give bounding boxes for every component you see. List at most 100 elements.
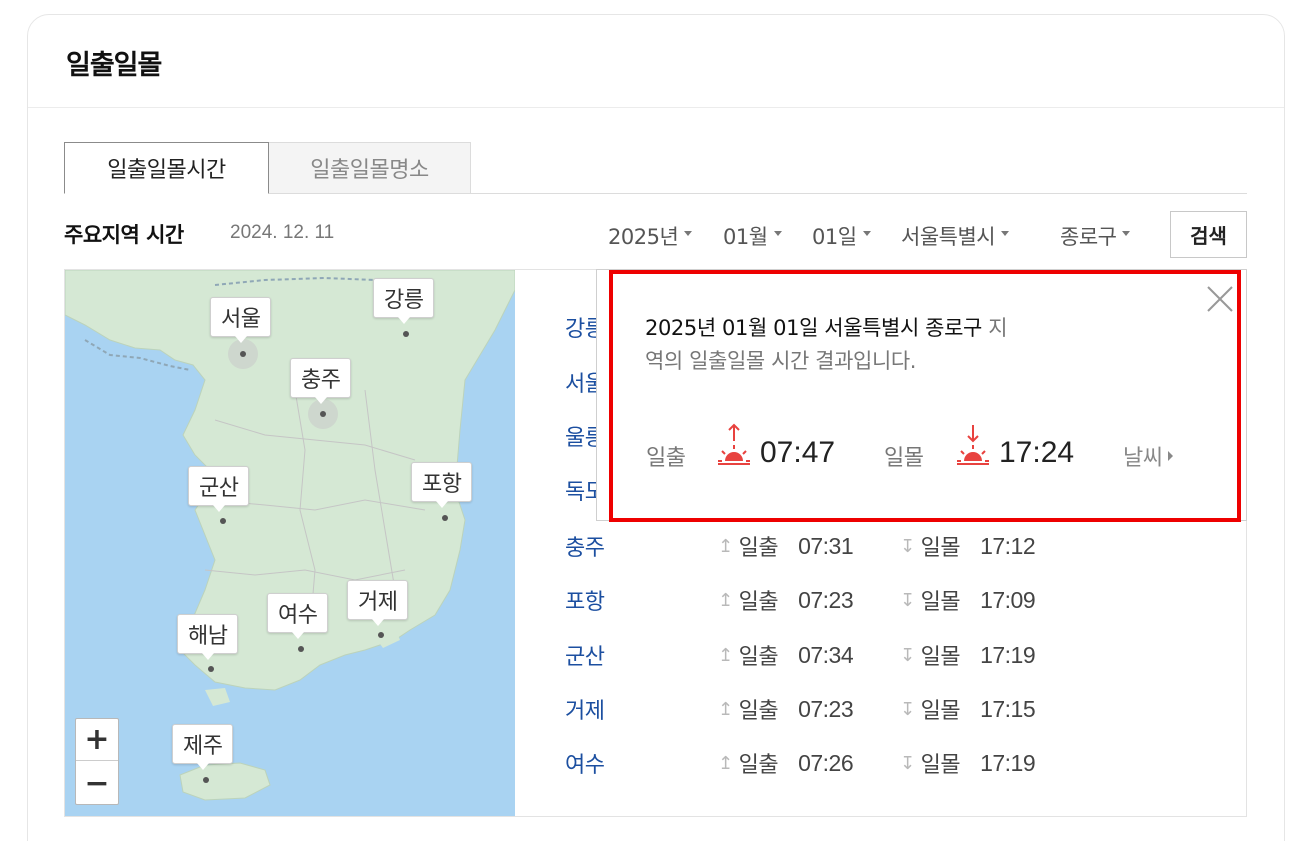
map-marker-dot <box>208 666 214 672</box>
sunrise-label: 일출 <box>738 590 779 615</box>
city-link-yeosu[interactable]: 여수 <box>565 747 605 779</box>
map-label-pohang[interactable]: 포항 <box>411 462 473 508</box>
sunrise-label: 일출 <box>738 536 779 561</box>
map-label-seoul[interactable]: 서울 <box>210 297 272 343</box>
divider <box>28 107 1284 108</box>
sunrise-sun-icon <box>718 423 750 465</box>
chevron-down-icon <box>1001 230 1010 236</box>
sunrise-cell: ↥ 일출 07:23 <box>718 584 854 616</box>
sunset-arrow-icon: ↧ <box>900 752 915 774</box>
day-value: 01일 <box>812 225 857 249</box>
sunrise-label: 일출 <box>738 753 779 778</box>
district-dropdown[interactable]: 종로구 <box>1060 221 1131 251</box>
sunset-label: 일몰 <box>920 536 961 561</box>
popup-message-weak-1: 지 <box>981 316 1008 340</box>
sunset-time: 17:09 <box>980 586 1036 613</box>
sunrise-time: 07:26 <box>798 749 854 776</box>
sunrise-arrow-icon: ↥ <box>718 535 733 557</box>
sunset-label: 일몰 <box>920 699 961 724</box>
tab-bar: 일출일몰시간 일출일몰명소 <box>64 142 1247 194</box>
weather-link[interactable]: 날씨 <box>1123 440 1174 472</box>
sunrise-arrow-icon: ↥ <box>718 644 733 666</box>
zoom-in-button[interactable]: + <box>76 719 118 761</box>
sunrise-arrow-icon: ↥ <box>718 589 733 611</box>
sunset-cell: ↧ 일몰 17:15 <box>900 693 1036 725</box>
card-title: 일출일몰 <box>66 50 162 81</box>
sunset-time: 17:19 <box>980 749 1036 776</box>
zoom-out-button[interactable]: − <box>76 762 118 804</box>
sunrise-cell: ↥ 일출 07:31 <box>718 530 854 562</box>
map-label-jeju[interactable]: 제주 <box>172 724 234 770</box>
city-link-gunsan[interactable]: 군산 <box>565 639 605 671</box>
sunrise-arrow-icon: ↥ <box>718 698 733 720</box>
month-value: 01월 <box>723 225 768 249</box>
map-label-geoje[interactable]: 거제 <box>347 580 409 626</box>
popup-highlight-frame <box>609 270 1241 522</box>
sunset-sun-icon <box>957 425 989 465</box>
sunset-arrow-icon: ↧ <box>900 698 915 720</box>
popup-message-strong: 2025년 01월 01일 서울특별시 종로구 <box>645 316 982 340</box>
day-dropdown[interactable]: 01일 <box>812 221 871 251</box>
chevron-down-icon <box>862 230 871 236</box>
sunset-time: 17:15 <box>980 695 1036 722</box>
city-link-geoje[interactable]: 거제 <box>565 693 605 725</box>
sunset-cell: ↧ 일몰 17:09 <box>900 584 1036 616</box>
popup-sunrise-label: 일출 <box>646 446 686 471</box>
chevron-down-icon <box>1122 230 1131 236</box>
sunset-time: 17:19 <box>980 641 1036 668</box>
month-dropdown[interactable]: 01월 <box>723 221 782 251</box>
sunset-cell: ↧ 일몰 17:12 <box>900 530 1036 562</box>
sunset-arrow-icon: ↧ <box>900 535 915 557</box>
sunrise-time: 07:31 <box>798 532 854 559</box>
district-value: 종로구 <box>1060 225 1117 249</box>
map-label-haenam[interactable]: 해남 <box>177 614 239 660</box>
map-marker-dot <box>403 331 409 337</box>
sunrise-cell: ↥ 일출 07:23 <box>718 693 854 725</box>
city-link-pohang[interactable]: 포항 <box>565 584 605 616</box>
map-label-chungju[interactable]: 충주 <box>290 358 352 404</box>
sunset-cell: ↧ 일몰 17:19 <box>900 747 1036 779</box>
sunrise-time: 07:34 <box>798 641 854 668</box>
province-value: 서울특별시 <box>901 225 996 249</box>
year-dropdown[interactable]: 2025년 <box>608 221 693 251</box>
sunrise-label: 일출 <box>738 645 779 670</box>
province-dropdown[interactable]: 서울특별시 <box>901 221 1010 251</box>
tab-sunrise-sunset-spots[interactable]: 일출일몰명소 <box>269 142 471 194</box>
map-label-yeosu[interactable]: 여수 <box>267 593 329 639</box>
sunset-arrow-icon: ↧ <box>900 644 915 666</box>
sunrise-cell: ↥ 일출 07:34 <box>718 639 854 671</box>
zoom-control: + − <box>75 718 119 805</box>
korea-map[interactable]: 서울 강릉 충주 군산 포항 여수 거제 해남 제주 <box>65 270 515 816</box>
section-date: 2024. 12. 11 <box>230 222 335 243</box>
map-canvas <box>65 270 515 816</box>
weather-link-label: 날씨 <box>1123 446 1163 471</box>
sunrise-cell: ↥ 일출 07:26 <box>718 747 854 779</box>
map-marker-dot <box>320 411 326 417</box>
map-label-gunsan[interactable]: 군산 <box>188 466 250 512</box>
sunset-time: 17:12 <box>980 532 1036 559</box>
sunset-label: 일몰 <box>920 645 961 670</box>
search-button[interactable]: 검색 <box>1170 211 1247 258</box>
map-label-gangneung[interactable]: 강릉 <box>373 278 435 324</box>
sunset-label: 일몰 <box>920 590 961 615</box>
sunrise-time: 07:23 <box>798 695 854 722</box>
map-marker-dot <box>378 632 384 638</box>
close-icon[interactable] <box>1206 285 1234 313</box>
popup-message: 2025년 01월 01일 서울특별시 종로구 지 역의 일출일몰 시간 결과입… <box>645 312 1085 378</box>
popup-sunrise-time: 07:47 <box>760 436 836 469</box>
city-link-chungju[interactable]: 충주 <box>565 530 605 562</box>
tab-sunrise-sunset-time[interactable]: 일출일몰시간 <box>64 142 269 194</box>
sunrise-arrow-icon: ↥ <box>718 752 733 774</box>
popup-sunset-label: 일몰 <box>884 446 924 471</box>
map-marker-dot <box>203 777 209 783</box>
sunset-cell: ↧ 일몰 17:19 <box>900 639 1036 671</box>
sunrise-label: 일출 <box>738 699 779 724</box>
sunset-label: 일몰 <box>920 753 961 778</box>
year-value: 2025년 <box>608 225 679 249</box>
section-title: 주요지역 시간 <box>64 223 184 247</box>
popup-message-weak-2: 역의 일출일몰 시간 결과입니다. <box>645 349 917 373</box>
map-marker-dot <box>240 351 246 357</box>
map-marker-dot <box>442 515 448 521</box>
sunrise-time: 07:23 <box>798 586 854 613</box>
map-marker-dot <box>220 518 226 524</box>
